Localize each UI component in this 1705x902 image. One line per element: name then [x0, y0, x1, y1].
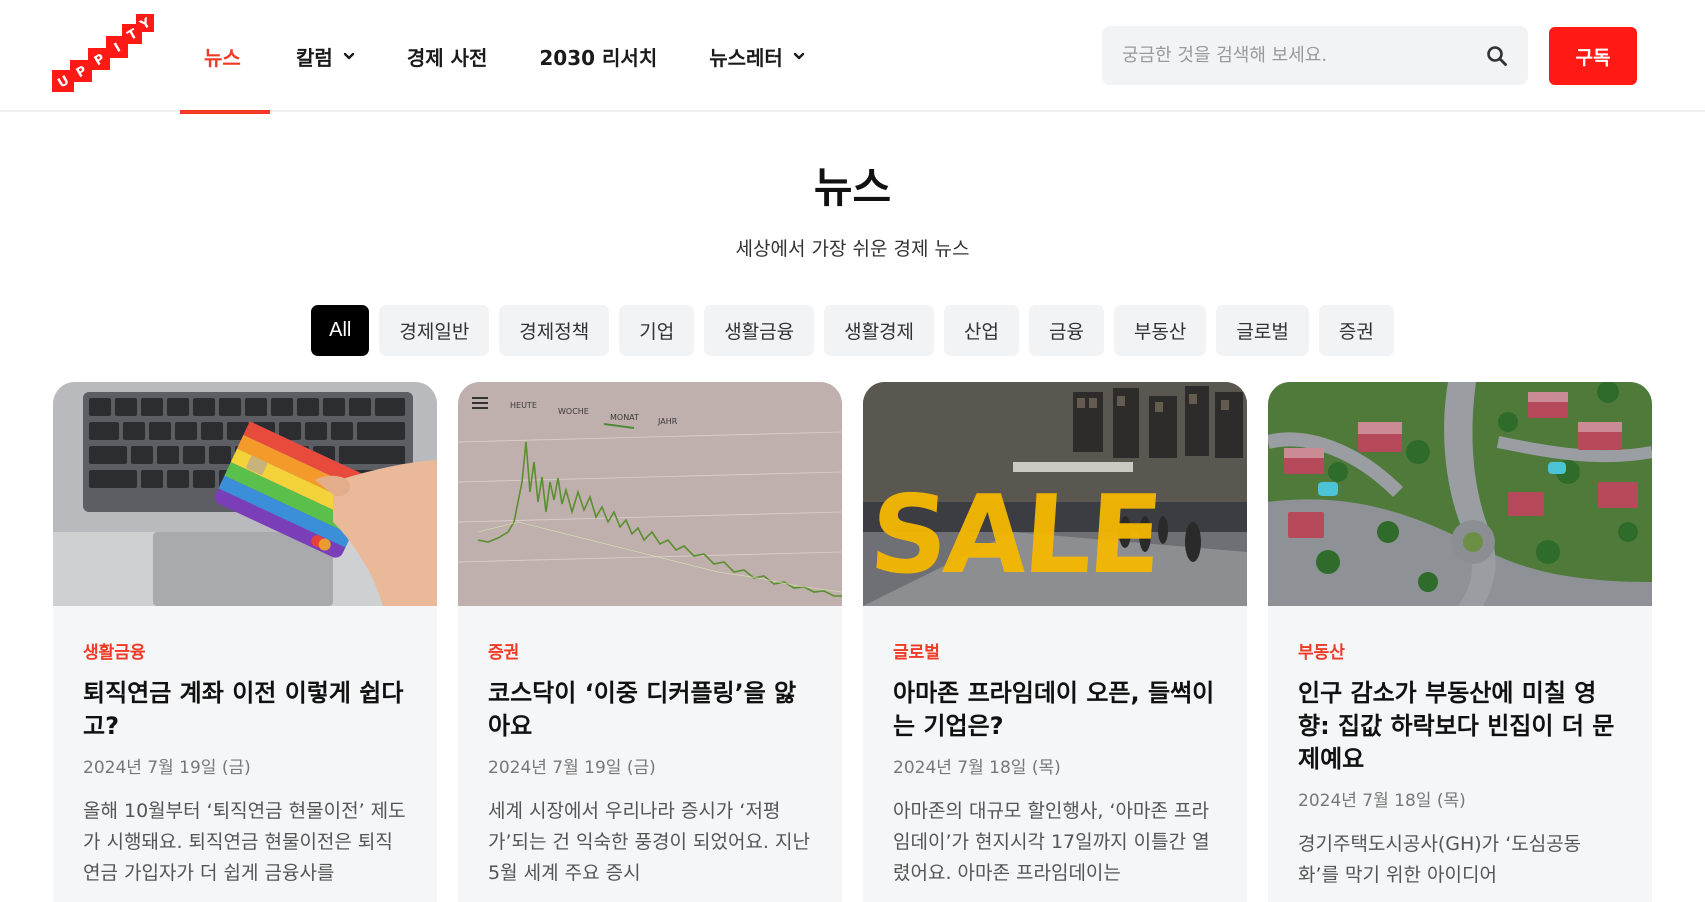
card-title: 인구 감소가 부동산에 미칠 영향: 집값 하락보다 빈집이 더 문제예요: [1298, 679, 1615, 773]
uppity-logo[interactable]: U P P I T Y: [52, 14, 156, 98]
filter-chip-real-estate[interactable]: 부동산: [1113, 305, 1207, 356]
chart-tab-label: HEUTE: [510, 401, 537, 410]
page-subtitle: 세상에서 가장 쉬운 경제 뉴스: [735, 238, 970, 260]
nav-item-dictionary[interactable]: 경제 사전: [381, 0, 514, 112]
card-thumbnail-credit-card: [53, 382, 437, 606]
nav-item-label: 뉴스: [204, 45, 241, 70]
card-date: 2024년 7월 19일 (금): [488, 758, 656, 778]
filter-chip-stocks[interactable]: 증권: [1318, 305, 1394, 356]
filter-chip-economic-policy[interactable]: 경제정책: [499, 305, 610, 356]
card-excerpt: 세계 시장에서 우리나라 증시가 ‘저평가’되는 건 익숙한 풍경이 되었어요.…: [488, 800, 810, 884]
category-filter: All 경제일반 경제정책 기업 생활금융 생활경제 산업 금융 부동산 글로벌…: [0, 305, 1705, 356]
chart-tab-label: MONAT: [610, 413, 639, 422]
search-box: [1102, 26, 1528, 85]
card-thumbnail-sale-sign: SALE: [863, 382, 1247, 606]
news-card[interactable]: 부동산 인구 감소가 부동산에 미칠 영향: 집값 하락보다 빈집이 더 문제예…: [1268, 382, 1652, 902]
filter-chip-company[interactable]: 기업: [619, 305, 695, 356]
nav-item-label: 2030 리서치: [539, 45, 658, 70]
nav-item-newsletter[interactable]: 뉴스레터: [683, 0, 831, 112]
chevron-down-icon: [793, 52, 805, 60]
nav-item-news[interactable]: 뉴스: [180, 0, 270, 114]
card-category: 생활금융: [83, 643, 146, 663]
search-icon[interactable]: [1486, 45, 1508, 67]
card-title: 아마존 프라임데이 오픈, 들썩이는 기업은?: [893, 679, 1215, 740]
page-title: 뉴스: [813, 163, 892, 212]
card-excerpt: 아마존의 대규모 할인행사, ‘아마존 프라임데이’가 현지시각 17일까지 이…: [893, 800, 1210, 884]
news-card[interactable]: 생활금융 퇴직연금 계좌 이전 이렇게 쉽다고? 2024년 7월 19일 (금…: [53, 382, 437, 902]
chart-tab-label: WOCHE: [558, 407, 589, 416]
filter-chip-living-economy[interactable]: 생활경제: [824, 305, 935, 356]
filter-chip-personal-finance[interactable]: 생활금융: [704, 305, 815, 356]
card-category: 글로벌: [893, 643, 940, 663]
filter-chip-all[interactable]: All: [311, 305, 370, 356]
nav-item-column[interactable]: 칼럼: [270, 0, 381, 112]
sale-sign-text: SALE: [866, 472, 1163, 598]
subscribe-button[interactable]: 구독: [1549, 27, 1637, 85]
filter-chip-industry[interactable]: 산업: [944, 305, 1019, 356]
main-nav: 뉴스 칼럼 경제 사전 2030 리서치 뉴스레터: [180, 0, 831, 114]
card-date: 2024년 7월 18일 (목): [1298, 791, 1466, 811]
filter-chip-economy-general[interactable]: 경제일반: [379, 305, 490, 356]
news-card[interactable]: HEUTE WOCHE MONAT JAHR 증권 코스닥이 ‘이중 디커플링’…: [458, 382, 842, 902]
nav-item-label: 경제 사전: [406, 45, 488, 70]
card-title: 코스닥이 ‘이중 디커플링’을 앓아요: [488, 679, 797, 740]
card-title: 퇴직연금 계좌 이전 이렇게 쉽다고?: [83, 679, 404, 740]
card-category: 부동산: [1298, 643, 1345, 663]
filter-chip-finance[interactable]: 금융: [1029, 305, 1104, 356]
card-excerpt: 올해 10월부터 ‘퇴직연금 현물이전’ 제도가 시행돼요. 퇴직연금 현물이전…: [83, 800, 406, 884]
card-excerpt: 경기주택도시공사(GH)가 ‘도심공동화’를 막기 위한 아이디어: [1298, 833, 1582, 886]
nav-item-research[interactable]: 2030 리서치: [513, 0, 683, 112]
filter-chip-global[interactable]: 글로벌: [1216, 305, 1309, 356]
nav-item-label: 칼럼: [296, 45, 333, 70]
chevron-down-icon: [343, 52, 355, 60]
card-thumbnail-stock-chart: HEUTE WOCHE MONAT JAHR: [458, 382, 842, 606]
chart-tab-label: JAHR: [657, 417, 678, 426]
card-thumbnail-aerial-houses: [1268, 382, 1652, 606]
search-input[interactable]: [1122, 45, 1486, 66]
news-card[interactable]: SALE 글로벌 아마존 프라임데이 오픈, 들썩이는 기업은? 2024년 7…: [863, 382, 1247, 902]
card-category: 증권: [488, 643, 520, 663]
card-date: 2024년 7월 18일 (목): [893, 758, 1061, 778]
card-date: 2024년 7월 19일 (금): [83, 758, 251, 778]
news-card-grid: 생활금융 퇴직연금 계좌 이전 이렇게 쉽다고? 2024년 7월 19일 (금…: [53, 382, 1652, 902]
nav-item-label: 뉴스레터: [709, 45, 783, 70]
site-header: U P P I T Y 뉴스 칼럼 경제 사전 2030 리서치 뉴스레터 궁금…: [0, 0, 1705, 114]
